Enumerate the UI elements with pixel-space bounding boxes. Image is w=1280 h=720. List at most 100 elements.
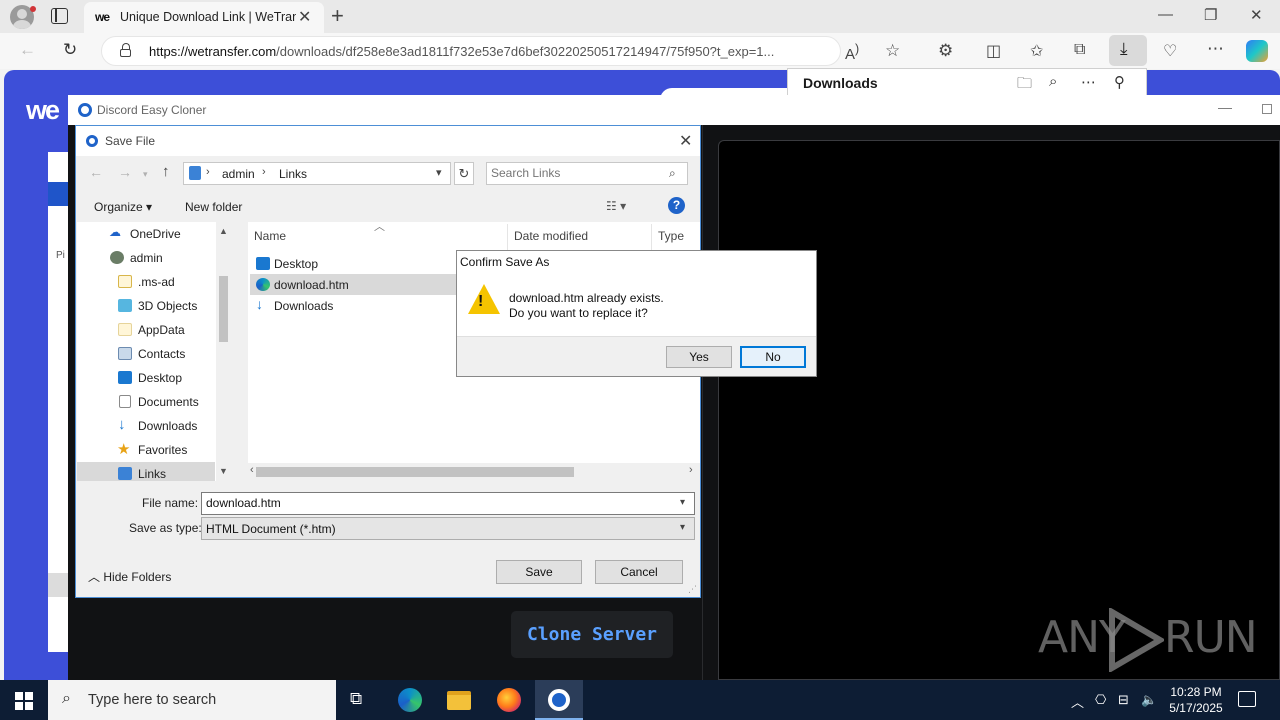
file-row-downloads[interactable]: ↓ Downloads (250, 295, 456, 316)
wetransfer-logo[interactable]: we (26, 95, 60, 126)
nav-scrollbar[interactable]: ▲ ▼ (216, 222, 231, 481)
clone-server-button[interactable]: Clone Server (511, 611, 673, 658)
forward-arrow-icon[interactable]: → (118, 164, 132, 180)
browser-essentials-icon[interactable]: ♡ (1163, 41, 1177, 61)
yes-button[interactable]: Yes (666, 346, 732, 368)
more-icon[interactable]: ⋯ (1207, 39, 1224, 59)
file-row-download-htm[interactable]: download.htm (250, 274, 456, 295)
read-aloud-icon[interactable]: A) (845, 42, 859, 63)
favorite-icon[interactable]: ☆ (885, 41, 900, 61)
firefox-icon[interactable] (497, 688, 521, 712)
nav-scroll-thumb[interactable] (219, 276, 228, 342)
chevron-up-icon[interactable]: ︿ (1071, 692, 1084, 711)
breadcrumb-item[interactable]: Links (279, 167, 307, 181)
downloads-button[interactable]: ⤓ (1109, 35, 1147, 66)
network-icon[interactable]: ⊟ (1118, 692, 1129, 708)
nav-item-favorites[interactable]: ★ Favorites (77, 438, 215, 462)
resize-grip-icon[interactable]: ⋰ (688, 584, 697, 595)
recent-dropdown-icon[interactable]: ▾ (143, 169, 148, 180)
app-maximize-icon[interactable] (1262, 104, 1272, 114)
taskbar-clock[interactable]: 10:28 PM 5/17/2025 (1164, 684, 1228, 716)
nav-item-ms-ad[interactable]: .ms-ad (77, 270, 215, 294)
cancel-button[interactable]: Cancel (595, 560, 683, 584)
back-icon[interactable]: ← (19, 40, 36, 60)
column-header-name[interactable]: Name (254, 229, 286, 243)
chevron-down-icon[interactable]: ▾ (680, 497, 685, 508)
refresh-icon[interactable]: ↻ (454, 162, 474, 185)
column-separator[interactable] (651, 224, 652, 250)
task-view-icon[interactable]: ⧉ (350, 689, 362, 709)
breadcrumb[interactable]: › admin › Links ▾ (183, 162, 451, 185)
workspaces-icon[interactable] (51, 8, 68, 24)
extensions-icon[interactable]: ⚙ (938, 41, 953, 61)
minimize-icon[interactable]: — (1158, 6, 1173, 23)
hide-folders-button[interactable]: ︿ Hide Folders (88, 568, 171, 585)
file-explorer-icon[interactable] (447, 691, 471, 710)
notification-icon[interactable] (1238, 691, 1256, 707)
search-icon[interactable]: ⌕ (1049, 73, 1057, 90)
no-button[interactable]: No (740, 346, 806, 368)
discord-cloner-task-button[interactable] (535, 680, 583, 720)
nav-item-contacts[interactable]: Contacts (77, 342, 215, 366)
chevron-down-icon[interactable]: ▾ (680, 522, 685, 533)
close-icon[interactable]: ✕ (679, 131, 692, 151)
breadcrumb-item[interactable]: admin (222, 167, 255, 181)
more-options-icon[interactable]: ⋯ (1081, 73, 1096, 91)
address-bar[interactable]: https://wetransfer.com/downloads/df258e8… (101, 36, 841, 66)
edge-icon[interactable] (398, 688, 422, 712)
file-list-hscrollbar[interactable]: ‹ › (248, 463, 700, 480)
window-close-icon[interactable]: ✕ (1250, 6, 1263, 24)
view-options-icon[interactable]: ☷ ▾ (606, 199, 626, 213)
chevron-right-icon[interactable]: › (262, 166, 266, 178)
lock-icon[interactable] (120, 43, 131, 57)
chevron-down-icon[interactable]: ▾ (436, 166, 442, 179)
scroll-up-icon[interactable]: ▲ (219, 226, 228, 236)
collections-icon[interactable]: ⧉ (1074, 41, 1085, 59)
file-row-desktop[interactable]: Desktop (250, 253, 456, 274)
nav-item-onedrive[interactable]: ☁ OneDrive (77, 222, 215, 246)
refresh-icon[interactable]: ↻ (63, 40, 77, 60)
search-links-field[interactable]: ⌕ (486, 162, 688, 185)
column-header-date[interactable]: Date modified (514, 229, 588, 243)
back-arrow-icon[interactable]: ← (89, 164, 103, 180)
nav-item-appdata[interactable]: AppData (77, 318, 215, 342)
new-tab-icon[interactable]: + (331, 3, 344, 29)
scroll-down-icon[interactable]: ▼ (219, 466, 228, 476)
nav-item-3d-objects[interactable]: 3D Objects (77, 294, 215, 318)
search-icon[interactable]: ⌕ (669, 166, 676, 181)
copilot-icon[interactable] (1246, 40, 1268, 62)
split-screen-icon[interactable]: ◫ (986, 41, 1001, 61)
close-icon[interactable]: ✕ (298, 7, 311, 27)
column-separator[interactable] (507, 224, 508, 250)
restore-icon[interactable]: ❐ (1204, 6, 1217, 24)
scroll-right-icon[interactable]: › (689, 464, 693, 476)
volume-icon[interactable]: 🔈 (1141, 692, 1157, 708)
column-header-type[interactable]: Type (658, 229, 684, 243)
save-as-type-select[interactable]: HTML Document (*.htm) ▾ (201, 517, 695, 540)
file-name-field[interactable]: ▾ (201, 492, 695, 515)
browser-toolbar: ← ↻ https://wetransfer.com/downloads/df2… (0, 33, 1280, 69)
app-minimize-icon[interactable]: — (1218, 99, 1232, 115)
wetransfer-card-text: Pi (56, 250, 65, 261)
taskbar-search[interactable]: ⌕ Type here to search (48, 680, 336, 720)
meet-now-icon[interactable]: ⎔ (1095, 692, 1106, 708)
nav-item-downloads[interactable]: ↓ Downloads (77, 414, 215, 438)
pin-icon[interactable]: ⚲ (1114, 73, 1125, 91)
nav-item-admin[interactable]: admin (77, 246, 215, 270)
file-name-input[interactable] (206, 496, 666, 510)
search-input[interactable] (491, 166, 661, 180)
nav-item-documents[interactable]: Documents (77, 390, 215, 414)
favorites-icon[interactable]: ✩ (1030, 41, 1043, 61)
scroll-left-icon[interactable]: ‹ (250, 464, 254, 476)
help-icon[interactable]: ? (668, 197, 685, 214)
save-button[interactable]: Save (496, 560, 582, 584)
organize-button[interactable]: Organize ▾ (94, 200, 152, 214)
chevron-right-icon[interactable]: › (206, 166, 210, 178)
up-arrow-icon[interactable]: ↑ (162, 163, 170, 180)
hscroll-thumb[interactable] (256, 467, 574, 477)
nav-item-desktop[interactable]: Desktop (77, 366, 215, 390)
windows-start-icon[interactable] (15, 692, 33, 710)
nav-item-links[interactable]: Links (77, 462, 215, 481)
new-folder-button[interactable]: New folder (185, 200, 242, 214)
browser-tab[interactable]: we Unique Download Link | WeTransfer ✕ (84, 2, 324, 33)
